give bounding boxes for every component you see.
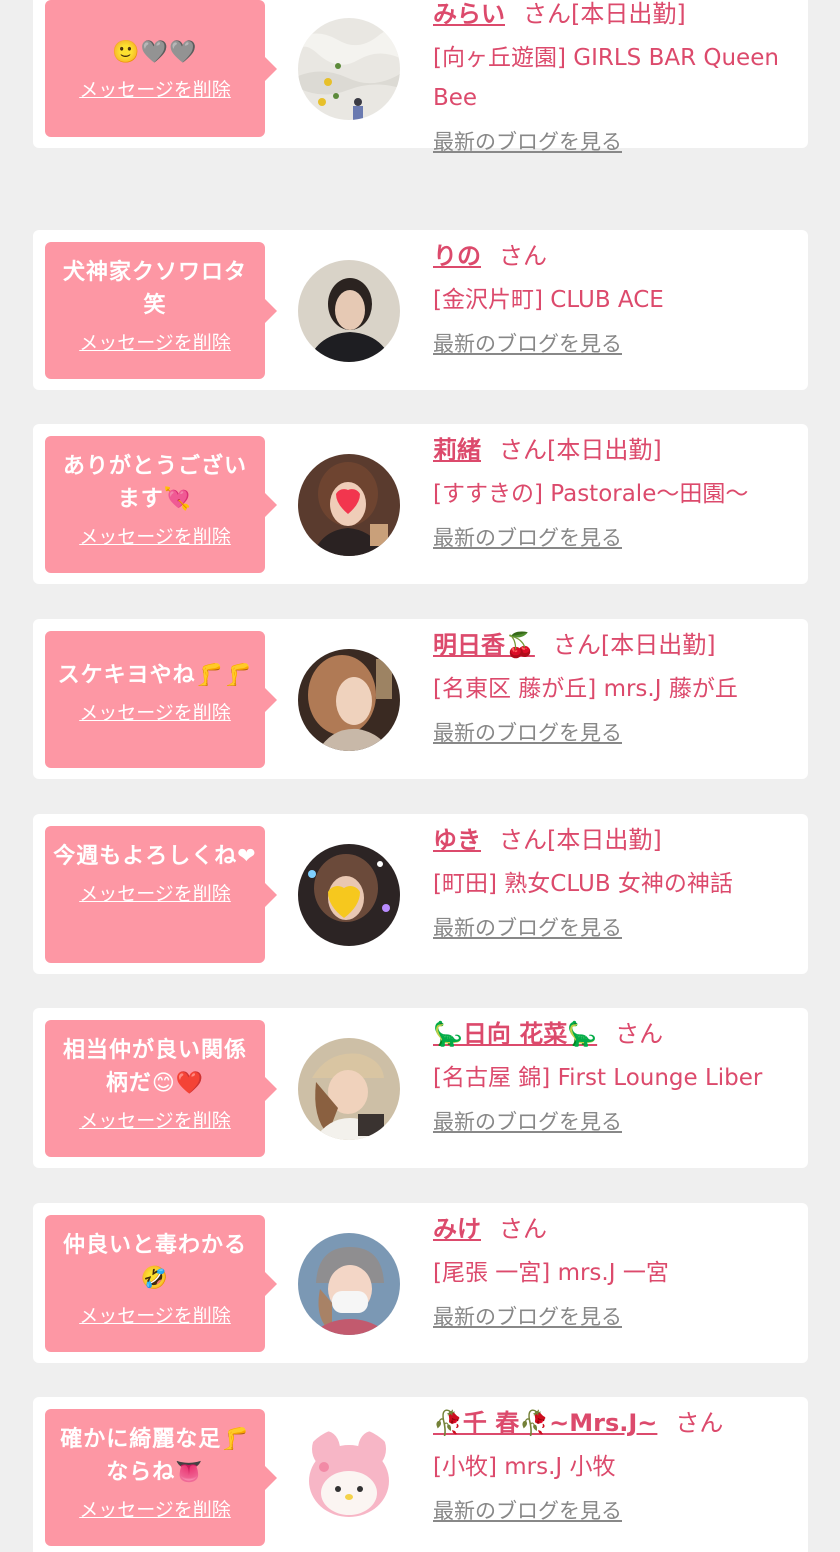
name-line: ゆき さん[本日出勤] — [433, 820, 794, 860]
message-bubble: 🙂🩶🩶 メッセージを削除 — [45, 0, 277, 137]
message-card: スケキヨやね🦵🦵 メッセージを削除 明日香🍒 さん[本日出勤] [名東区 藤が丘]… — [33, 619, 808, 779]
cast-name-link[interactable]: りの — [433, 242, 481, 270]
name-suffix: さん — [499, 1215, 547, 1243]
message-text: 🙂🩶🩶 — [112, 40, 198, 65]
delete-message-link[interactable]: メッセージを削除 — [79, 879, 231, 906]
message-card: 今週もよろしくね❤ メッセージを削除 ゆき さん[本日出勤] [町田] 熟女CLU… — [33, 814, 808, 974]
shop-name: [町田] 熟女CLUB 女神の神話 — [433, 871, 733, 897]
view-blog-link[interactable]: 最新のブログを見る — [433, 912, 622, 942]
delete-message-link[interactable]: メッセージを削除 — [79, 1495, 231, 1522]
name-suffix: さん[本日出勤] — [523, 0, 686, 28]
name-suffix: さん[本日出勤] — [499, 826, 662, 854]
message-bubble: 犬神家クソワロタ笑 メッセージを削除 — [45, 242, 277, 379]
shop-name: [名古屋 錦] First Lounge Liber — [433, 1065, 763, 1091]
name-suffix: さん — [615, 1020, 664, 1048]
name-suffix: さん[本日出勤] — [499, 436, 662, 464]
view-blog-link[interactable]: 最新のブログを見る — [433, 717, 622, 747]
shop-name: [向ヶ丘遊園] GIRLS BAR Queen Bee — [433, 45, 779, 111]
view-blog-link[interactable]: 最新のブログを見る — [433, 328, 622, 358]
cast-info: 🦕日向 花菜🦕 さん [名古屋 錦] First Lounge Liber 最新の… — [433, 1014, 794, 1136]
message-card: 🙂🩶🩶 メッセージを削除 みらい さん[本日出勤] [向ヶ丘遊園] GIRLS B… — [33, 0, 808, 154]
cast-info: 莉緒 さん[本日出勤] [すすきの] Pastorale〜田園〜 最新のブログを見… — [433, 430, 794, 552]
message-text: 確かに綺麗な足🦵ならね👅 — [60, 1427, 250, 1485]
message-bubble: 確かに綺麗な足🦵ならね👅 メッセージを削除 — [45, 1409, 277, 1546]
message-bubble: ありがとうございます💘 メッセージを削除 — [45, 436, 277, 573]
message-card: 確かに綺麗な足🦵ならね👅 メッセージを削除 🥀千 春🥀~Mrs.J~ さん [小牧… — [33, 1397, 808, 1552]
delete-message-link[interactable]: メッセージを削除 — [79, 75, 231, 102]
name-line: みけ さん — [433, 1209, 794, 1249]
message-card: 相当仲が良い関係柄だ😊❤️ メッセージを削除 🦕日向 花菜🦕 さん [名古屋 錦]… — [33, 1008, 808, 1168]
name-suffix: さん[本日出勤] — [552, 631, 716, 659]
yellow-heart-avatar[interactable] — [298, 844, 400, 946]
shop-name: [すすきの] Pastorale〜田園〜 — [433, 481, 749, 507]
name-suffix: さん — [499, 242, 547, 270]
view-blog-link[interactable]: 最新のブログを見る — [433, 1495, 622, 1525]
my-melody-avatar[interactable] — [298, 1427, 400, 1529]
message-text: スケキヨやね🦵🦵 — [57, 663, 253, 688]
message-bubble: 相当仲が良い関係柄だ😊❤️ メッセージを削除 — [45, 1020, 277, 1157]
wall-photo-avatar[interactable] — [298, 18, 400, 120]
delete-message-link[interactable]: メッセージを削除 — [79, 522, 231, 549]
cast-info: 明日香🍒 さん[本日出勤] [名東区 藤が丘] mrs.J 藤が丘 最新のブログを… — [433, 625, 794, 747]
heart-face-avatar[interactable] — [298, 454, 400, 556]
name-line: みらい さん[本日出勤] — [433, 0, 794, 34]
cast-info: 🥀千 春🥀~Mrs.J~ さん [小牧] mrs.J 小牧 最新のブログを見る — [433, 1403, 794, 1525]
name-line: 🥀千 春🥀~Mrs.J~ さん — [433, 1403, 794, 1443]
cast-info: ゆき さん[本日出勤] [町田] 熟女CLUB 女神の神話 最新のブログを見る — [433, 820, 794, 942]
cast-name-link[interactable]: みけ — [433, 1215, 481, 1243]
delete-message-link[interactable]: メッセージを削除 — [79, 1301, 231, 1328]
delete-message-link[interactable]: メッセージを削除 — [79, 1106, 231, 1133]
woman-portrait-avatar[interactable] — [298, 260, 400, 362]
cast-name-link[interactable]: 🥀千 春🥀~Mrs.J~ — [433, 1409, 657, 1437]
name-suffix: さん — [675, 1409, 724, 1437]
delete-message-link[interactable]: メッセージを削除 — [79, 698, 231, 725]
delete-message-link[interactable]: メッセージを削除 — [79, 328, 231, 355]
message-card: ありがとうございます💘 メッセージを削除 莉緒 さん[本日出勤] [すすきの] P… — [33, 424, 808, 584]
masked-woman-avatar[interactable] — [298, 1233, 400, 1335]
shop-name: [小牧] mrs.J 小牧 — [433, 1454, 616, 1480]
cast-info: みけ さん [尾張 一宮] mrs.J 一宮 最新のブログを見る — [433, 1209, 794, 1331]
shop-name: [尾張 一宮] mrs.J 一宮 — [433, 1260, 669, 1286]
message-card: 仲良いと毒わかる🤣 メッセージを削除 みけ さん [尾張 一宮] mrs.J 一宮… — [33, 1203, 808, 1363]
shop-name: [名東区 藤が丘] mrs.J 藤が丘 — [433, 676, 738, 702]
message-text: 今週もよろしくね❤ — [53, 844, 257, 869]
message-bubble: 今週もよろしくね❤ メッセージを削除 — [45, 826, 277, 963]
message-text: ありがとうございます💘 — [62, 454, 247, 512]
name-line: 🦕日向 花菜🦕 さん — [433, 1014, 794, 1054]
cast-name-link[interactable]: 🦕日向 花菜🦕 — [433, 1020, 597, 1048]
cast-info: りの さん [金沢片町] CLUB ACE 最新のブログを見る — [433, 236, 794, 358]
message-list: 🙂🩶🩶 メッセージを削除 みらい さん[本日出勤] [向ヶ丘遊園] GIRLS B… — [0, 0, 840, 1552]
cast-name-link[interactable]: 明日香🍒 — [433, 631, 535, 659]
message-card: 犬神家クソワロタ笑 メッセージを削除 りの さん [金沢片町] CLUB ACE … — [33, 230, 808, 390]
cast-name-link[interactable]: みらい — [433, 0, 505, 28]
view-blog-link[interactable]: 最新のブログを見る — [433, 522, 622, 552]
message-text: 犬神家クソワロタ笑 — [62, 260, 247, 318]
message-text: 仲良いと毒わかる🤣 — [62, 1233, 247, 1291]
message-bubble: スケキヨやね🦵🦵 メッセージを削除 — [45, 631, 277, 768]
name-line: 莉緒 さん[本日出勤] — [433, 430, 794, 470]
cast-name-link[interactable]: ゆき — [433, 826, 481, 854]
name-line: りの さん — [433, 236, 794, 276]
shop-name: [金沢片町] CLUB ACE — [433, 287, 664, 313]
cap-woman-avatar[interactable] — [298, 1038, 400, 1140]
view-blog-link[interactable]: 最新のブログを見る — [433, 1106, 622, 1136]
view-blog-link[interactable]: 最新のブログを見る — [433, 1301, 622, 1331]
message-bubble: 仲良いと毒わかる🤣 メッセージを削除 — [45, 1215, 277, 1352]
cast-info: みらい さん[本日出勤] [向ヶ丘遊園] GIRLS BAR Queen Bee … — [433, 0, 794, 156]
view-blog-link[interactable]: 最新のブログを見る — [433, 126, 622, 156]
woman-profile-avatar[interactable] — [298, 649, 400, 751]
cast-name-link[interactable]: 莉緒 — [433, 436, 481, 464]
name-line: 明日香🍒 さん[本日出勤] — [433, 625, 794, 665]
message-text: 相当仲が良い関係柄だ😊❤️ — [62, 1038, 247, 1096]
